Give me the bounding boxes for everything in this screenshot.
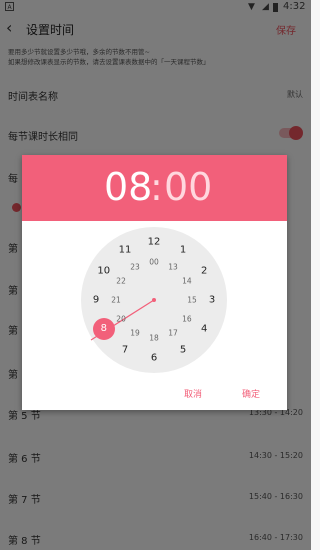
ok-button[interactable]: 确定 <box>242 387 260 400</box>
hour-13[interactable]: 13 <box>168 263 178 272</box>
hour-20[interactable]: 20 <box>116 315 126 324</box>
hour-23[interactable]: 23 <box>130 263 140 272</box>
hour-14[interactable]: 14 <box>182 277 192 286</box>
hour-11[interactable]: 11 <box>119 244 132 255</box>
hour-3[interactable]: 3 <box>209 295 215 306</box>
clock-center <box>152 298 156 302</box>
hour-12[interactable]: 12 <box>148 237 161 248</box>
cancel-button[interactable]: 取消 <box>184 387 202 400</box>
hour-10[interactable]: 10 <box>97 266 110 277</box>
hour-6[interactable]: 6 <box>151 353 157 364</box>
time-header: 08 : 00 <box>22 155 287 221</box>
hour-4[interactable]: 4 <box>201 324 207 335</box>
minutes-display[interactable]: 00 <box>164 165 212 209</box>
selected-hour[interactable]: 8 <box>92 318 115 340</box>
hour-7[interactable]: 7 <box>122 345 128 356</box>
hour-1[interactable]: 1 <box>180 244 186 255</box>
hour-2[interactable]: 2 <box>201 266 207 277</box>
time-separator: : <box>150 165 163 209</box>
hour-21[interactable]: 21 <box>111 296 121 305</box>
hours-display[interactable]: 08 <box>104 165 152 209</box>
hour-15[interactable]: 15 <box>187 296 197 305</box>
hour-16[interactable]: 16 <box>182 315 192 324</box>
time-picker-dialog: 08 : 00 12 1 2 3 4 5 6 7 8 9 10 11 00 13 14 15 16 17 18 19 2… <box>22 155 287 410</box>
hour-19[interactable]: 19 <box>130 328 140 337</box>
hour-9[interactable]: 9 <box>93 295 99 306</box>
hour-22[interactable]: 22 <box>116 277 126 286</box>
hour-5[interactable]: 5 <box>180 345 186 356</box>
clock-face[interactable]: 12 1 2 3 4 5 6 7 8 9 10 11 00 13 14 15 16 17 18 19 20 21 22 23 <box>81 227 227 373</box>
hour-00[interactable]: 00 <box>149 258 159 267</box>
hour-17[interactable]: 17 <box>168 328 178 337</box>
hour-18[interactable]: 18 <box>149 334 159 343</box>
